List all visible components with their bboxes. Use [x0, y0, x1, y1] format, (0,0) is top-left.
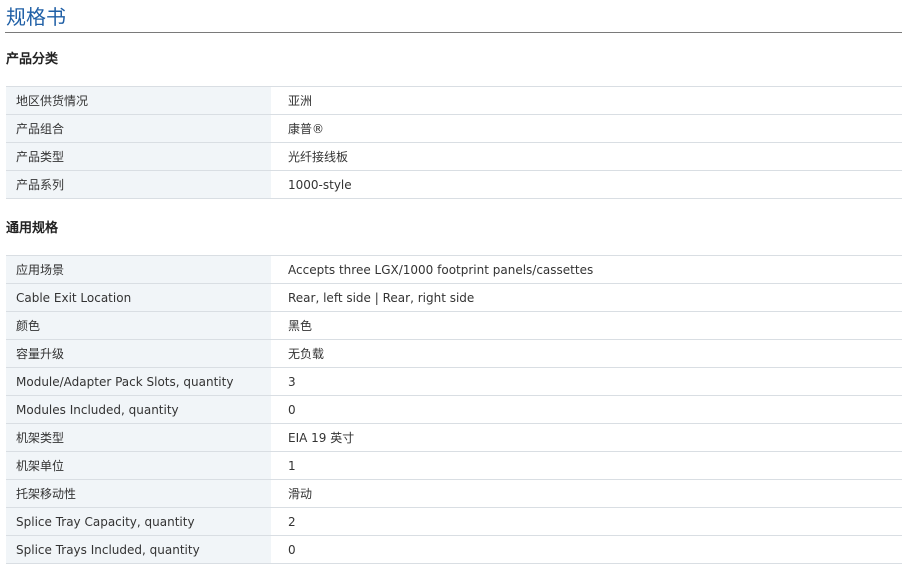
spec-row: 产品组合 康普®: [6, 114, 902, 143]
spec-row: 托架移动性 滑动: [6, 479, 902, 508]
spec-table-general-specs: 应用场景 Accepts three LGX/1000 footprint pa…: [6, 255, 902, 564]
spec-value: 0: [271, 395, 902, 424]
spec-value: 无负载: [271, 339, 902, 368]
spec-label: Splice Tray Capacity, quantity: [6, 507, 271, 536]
spec-row: Modules Included, quantity 0: [6, 395, 902, 424]
spec-value: 亚洲: [271, 86, 902, 115]
spec-label: 容量升级: [6, 339, 271, 368]
spec-label: 地区供货情况: [6, 86, 271, 115]
spec-label: 颜色: [6, 311, 271, 340]
spec-row: 产品类型 光纤接线板: [6, 142, 902, 171]
spec-label: 产品类型: [6, 142, 271, 171]
spec-row: Module/Adapter Pack Slots, quantity 3: [6, 367, 902, 396]
spec-row: Splice Tray Capacity, quantity 2: [6, 507, 902, 536]
section-heading-general-specs: 通用规格: [6, 221, 59, 236]
spec-label: 机架类型: [6, 423, 271, 452]
spec-table-product-classification: 地区供货情况 亚洲 产品组合 康普® 产品类型 光纤接线板 产品系列 1000-…: [6, 86, 902, 199]
title-divider: [5, 32, 902, 33]
spec-row: Cable Exit Location Rear, left side | Re…: [6, 283, 902, 312]
spec-label: Modules Included, quantity: [6, 395, 271, 424]
spec-value: EIA 19 英寸: [271, 423, 902, 452]
spec-value: 1: [271, 451, 902, 480]
spec-value: 黑色: [271, 311, 902, 340]
spec-value: 1000-style: [271, 170, 902, 199]
spec-value: 3: [271, 367, 902, 396]
spec-value: 滑动: [271, 479, 902, 508]
spec-row: 容量升级 无负载: [6, 339, 902, 368]
section-heading-product-classification: 产品分类: [6, 52, 59, 67]
spec-row: 机架类型 EIA 19 英寸: [6, 423, 902, 452]
spec-row: Splice Trays Included, quantity 0: [6, 535, 902, 564]
spec-value: 2: [271, 507, 902, 536]
page-title: 规格书: [6, 5, 66, 29]
spec-label: 产品系列: [6, 170, 271, 199]
spec-row: 产品系列 1000-style: [6, 170, 902, 199]
spec-value: 光纤接线板: [271, 142, 902, 171]
spec-label: 托架移动性: [6, 479, 271, 508]
spec-label: Module/Adapter Pack Slots, quantity: [6, 367, 271, 396]
spec-row: 颜色 黑色: [6, 311, 902, 340]
spec-label: 产品组合: [6, 114, 271, 143]
spec-label: 应用场景: [6, 255, 271, 284]
spec-value: 0: [271, 535, 902, 564]
spec-row: 机架单位 1: [6, 451, 902, 480]
spec-label: 机架单位: [6, 451, 271, 480]
spec-value: Rear, left side | Rear, right side: [271, 283, 902, 312]
spec-row: 地区供货情况 亚洲: [6, 86, 902, 115]
spec-value: Accepts three LGX/1000 footprint panels/…: [271, 255, 902, 284]
spec-label: Cable Exit Location: [6, 283, 271, 312]
spec-label: Splice Trays Included, quantity: [6, 535, 271, 564]
spec-row: 应用场景 Accepts three LGX/1000 footprint pa…: [6, 255, 902, 284]
spec-value: 康普®: [271, 114, 902, 143]
